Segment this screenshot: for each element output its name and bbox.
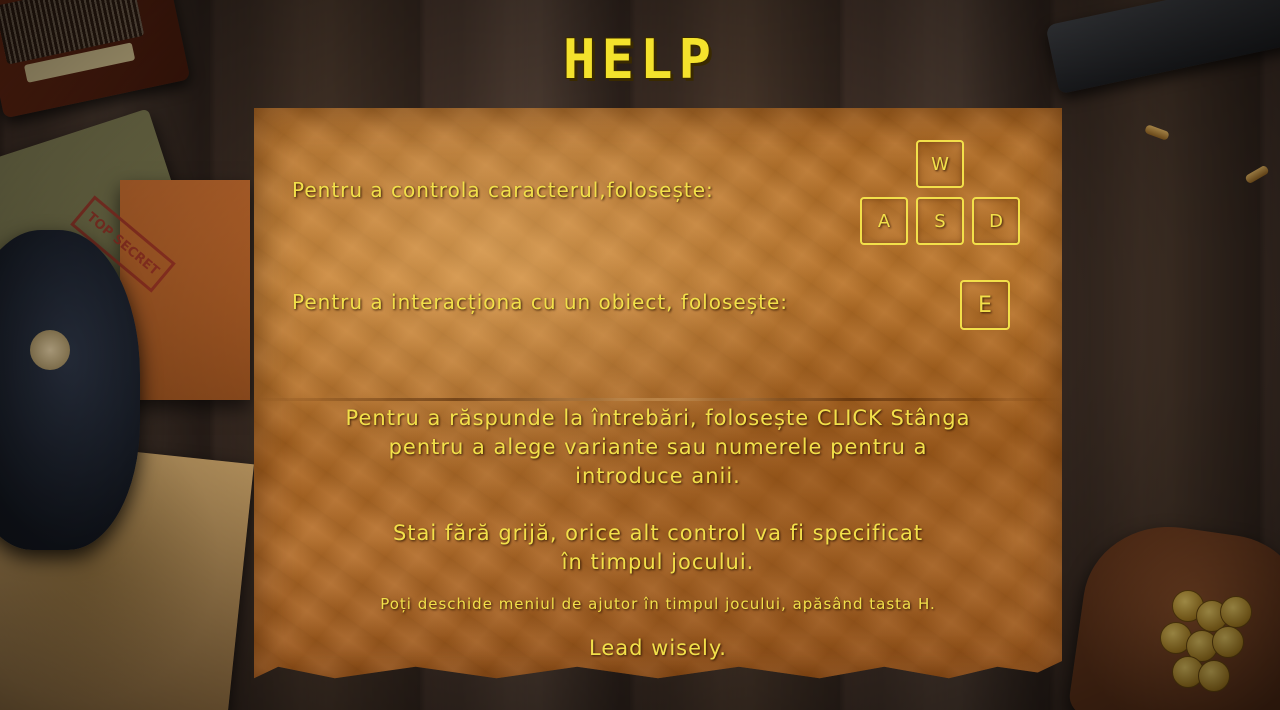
answer-line-1: Pentru a răspunde la întrebări, foloseșt… bbox=[345, 406, 971, 430]
movement-instruction: Pentru a controla caracterul,folosește: bbox=[292, 178, 714, 202]
interact-instruction: Pentru a interacționa cu un obiect, folo… bbox=[292, 290, 788, 314]
paper-fold-line bbox=[254, 398, 1062, 401]
answer-line-2: pentru a alege variante sau numerele pen… bbox=[388, 435, 928, 459]
bullet-prop bbox=[1244, 164, 1270, 185]
cap-badge-icon bbox=[30, 330, 70, 370]
page-title: HELP bbox=[562, 28, 718, 91]
closing-text: Lead wisely. bbox=[589, 636, 727, 660]
help-menu-note: Poți deschide meniul de ajutor în timpul… bbox=[380, 595, 936, 613]
coin-icon bbox=[1220, 596, 1252, 628]
key-a: A bbox=[860, 197, 908, 245]
officer-cap-prop bbox=[0, 230, 140, 550]
answer-instructions: Pentru a răspunde la întrebări, foloseșt… bbox=[262, 404, 1054, 491]
answer-line-3: introduce anii. bbox=[575, 464, 741, 488]
key-d: D bbox=[972, 197, 1020, 245]
bullet-prop bbox=[1144, 124, 1170, 141]
reassure-line-1: Stai fără grijă, orice alt control va fi… bbox=[392, 521, 924, 545]
reassure-line-2: în timpul jocului. bbox=[561, 550, 755, 574]
key-w: W bbox=[916, 140, 964, 188]
coin-icon bbox=[1212, 626, 1244, 658]
reassurance-text: Stai fără grijă, orice alt control va fi… bbox=[262, 519, 1054, 577]
key-e: E bbox=[960, 280, 1010, 330]
coin-icon bbox=[1198, 660, 1230, 692]
key-s: S bbox=[916, 197, 964, 245]
